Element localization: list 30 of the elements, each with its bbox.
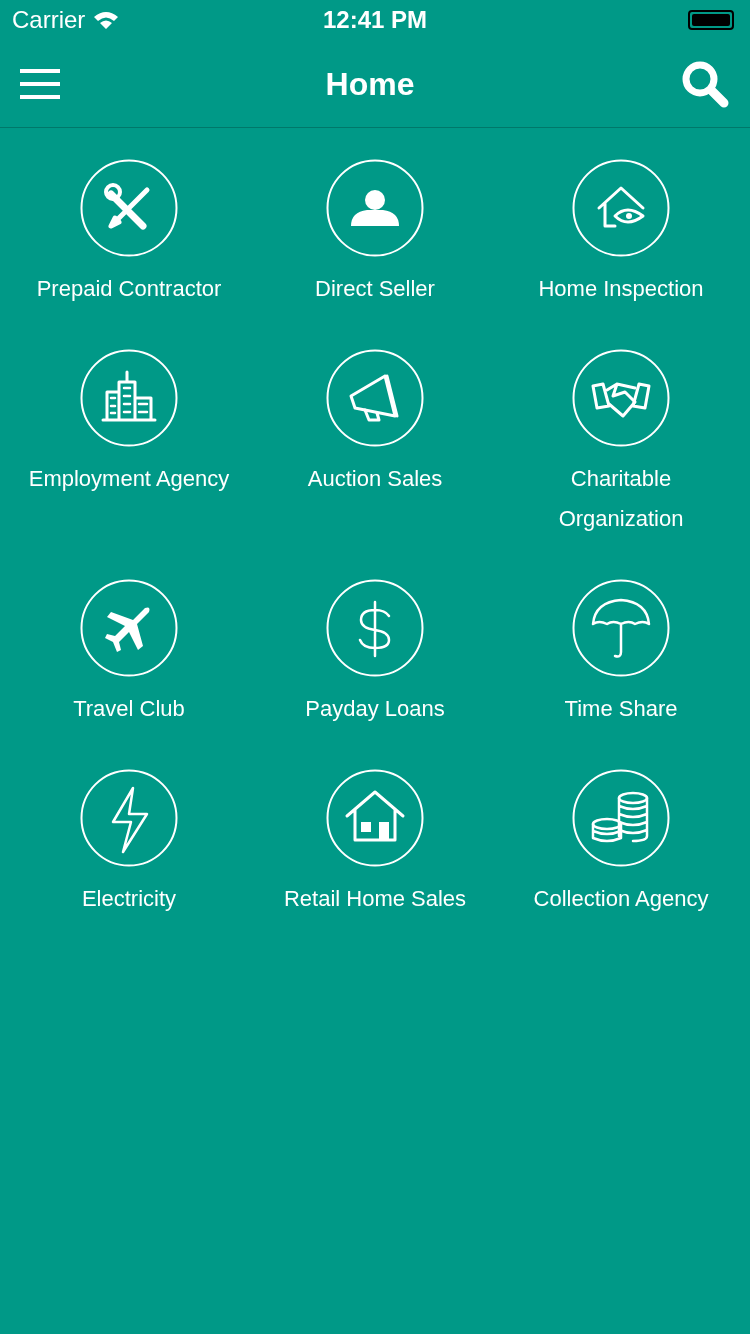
category-button[interactable]: Direct Seller	[252, 159, 498, 309]
category-button[interactable]: Home Inspection	[498, 159, 744, 309]
category-button[interactable]: Auction Sales	[252, 349, 498, 499]
handshake-icon	[572, 349, 670, 447]
page-title: Home	[325, 64, 415, 104]
category-button[interactable]: Collection Agency	[498, 769, 744, 919]
category-button[interactable]: Employment Agency	[6, 349, 252, 499]
wifi-icon	[93, 10, 120, 30]
menu-button[interactable]	[20, 68, 60, 99]
category-button[interactable]: Payday Loans	[252, 579, 498, 729]
coins-icon	[572, 769, 670, 867]
person-icon	[326, 159, 424, 257]
carrier-name: Carrier	[12, 5, 86, 35]
status-time: 12:41 PM	[322, 5, 428, 35]
umbrella-icon	[572, 579, 670, 677]
buildings-icon	[80, 349, 178, 447]
megaphone-icon	[326, 349, 424, 447]
category-button[interactable]: Retail Home Sales	[252, 769, 498, 919]
house-eye-icon	[572, 159, 670, 257]
category-button[interactable]: Time Share	[498, 579, 744, 729]
tools-icon	[80, 159, 178, 257]
dollar-icon	[326, 579, 424, 677]
lightning-icon	[80, 769, 178, 867]
category-button[interactable]: Electricity	[6, 769, 252, 919]
category-button[interactable]: Prepaid Contractor	[6, 159, 252, 309]
airplane-icon	[80, 579, 178, 677]
house-icon	[326, 769, 424, 867]
battery-icon	[688, 10, 734, 30]
category-button[interactable]: Travel Club	[6, 579, 252, 729]
category-button[interactable]: Charitable Organization	[498, 349, 744, 539]
